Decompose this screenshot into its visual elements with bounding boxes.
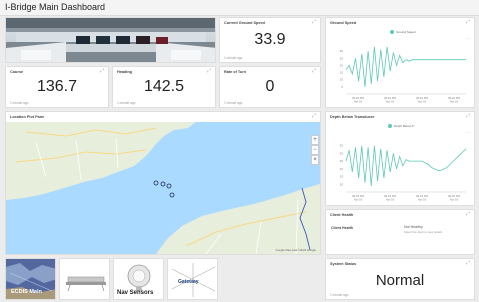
panel-title: Current Ground Speed [224,21,265,25]
map-zoom-in-button[interactable]: + [311,135,319,145]
ground-speed-value: 33.9 [254,31,286,48]
y-tick-label: 10 [340,78,344,82]
current-ground-speed-panel: Current Ground Speed ⤢ 33.9 1 minute ago [219,17,321,63]
bridge-image-panel [5,17,216,63]
course-value: 136.7 [36,78,78,95]
y-tick-label: 15 [340,71,344,75]
y-tick-label: 15 [340,175,344,179]
expand-icon[interactable]: ⤢ [466,212,470,217]
x-tick-label: Apr 18 [386,99,395,103]
legend-label: Ground Speed [396,30,416,34]
gateway-tile[interactable]: Gateway [167,258,218,300]
series-line [345,145,467,186]
panel-title: Heading [117,70,132,74]
legend-label: Depth Below Tr [394,124,415,128]
expand-icon[interactable]: ⤢ [100,69,104,74]
tile-label: Nav Sensors [117,290,154,296]
expand-icon[interactable]: ⤢ [466,114,470,119]
x-tick-label: Apr 18 [354,99,363,103]
x-tick-label: Apr 18 [354,197,363,201]
x-tick-label: Apr 18 [386,197,395,201]
system-status-panel: System Status ⤢ Normal 1 minute ago [325,258,475,300]
panel-title: Ground Speed [330,21,357,25]
expand-icon[interactable]: ⤢ [466,261,470,266]
depth-chart: 10152025303509:18 PMApr 1809:19 PMApr 18… [340,144,467,201]
ecdis-main-tile[interactable]: ECDIS Main [5,258,56,300]
dashboard-header: I-Bridge Main Dashboard [0,0,479,16]
map-zoom-out-button[interactable]: − [311,145,319,155]
expand-icon[interactable]: ⤢ [312,20,316,25]
panel-title: Client Health [330,213,354,217]
y-tick-label: 35 [340,144,344,148]
y-tick-label: 30 [340,151,344,155]
client-health-status[interactable]: Not Healthy [404,225,423,229]
nav-sensors-tile[interactable]: Nav Sensors [113,258,164,300]
tile-label: ECDIS Main [11,289,42,295]
y-tick-label: 20 [340,167,344,171]
system-status-value: Normal [375,272,425,289]
heading-value: 142.5 [143,78,185,95]
expand-icon[interactable]: ⤢ [312,114,316,119]
y-tick-label: 25 [340,159,344,163]
y-tick-label: 25 [340,56,344,60]
panel-title: System Status [330,262,357,266]
expand-icon[interactable]: ⤢ [207,69,211,74]
heading-panel: Heading ⤢ 142.5 1 minute ago [112,66,216,108]
client-health-panel: Client Health ⤢ Client Health Not Health… [325,209,475,255]
panel-title: Course [10,70,24,74]
legend-swatch [390,30,394,35]
map-close-button[interactable]: × [311,155,319,165]
device-tile[interactable] [59,258,110,300]
expand-icon[interactable]: ⤢ [466,20,470,25]
rate-of-turn-value: 0 [265,78,275,95]
y-tick-label: 5 [341,85,343,89]
x-tick-label: Apr 18 [418,197,427,201]
panel-title: Location Plot Pane [10,115,45,119]
client-row-label: Client Health [331,226,353,230]
location-map-panel: Location Plot Pane ⤢ + − × Google Map da… [5,111,321,255]
updated-time: 1 minute ago [224,101,243,105]
y-tick-label: 20 [340,63,344,67]
map-canvas[interactable] [6,122,320,254]
expand-icon[interactable]: ⤢ [312,69,316,74]
updated-time: 1 minute ago [117,101,136,105]
map-attribution: Google Map data ©2023 Google [275,248,316,252]
updated-time: 1 minute ago [10,101,29,105]
ground-speed-chart-panel: Ground Speed ⤢ Ground Speed ⋯ 5 10 15 20 25 3… [325,17,475,108]
client-health-note: Select the client to view details [404,230,443,234]
course-panel: Course ⤢ 136.7 1 minute ago [5,66,109,108]
updated-time: 1 minute ago [330,293,349,297]
ground-speed-chart: 5101520253009:18 PMApr 1809:19 PMApr 180… [340,46,466,103]
x-tick-label: Apr 18 [450,99,459,103]
x-tick-label: Apr 18 [418,99,427,103]
depth-chart-panel: Depth Below Transducer ⤢ Depth Below Tr … [325,111,475,206]
chart-legend: Depth Below Tr [388,124,415,129]
y-tick-label: 10 [340,182,344,186]
panel-title: Rate of Turn [224,70,247,74]
bridge-scene-image [6,18,215,62]
panel-title: Depth Below Transducer [330,115,375,119]
y-tick-label: 30 [340,49,344,53]
series-line [345,46,466,87]
updated-time: 1 minute ago [224,56,243,60]
x-tick-label: Apr 18 [450,197,459,201]
rate-of-turn-panel: Rate of Turn ⤢ 0 1 minute ago [219,66,321,108]
equipment-image [60,259,109,299]
dashboard-title: I-Bridge Main Dashboard [5,2,106,12]
legend-swatch [388,124,392,129]
chart-legend: Ground Speed [390,30,416,35]
tile-label: Gateway [178,279,199,285]
